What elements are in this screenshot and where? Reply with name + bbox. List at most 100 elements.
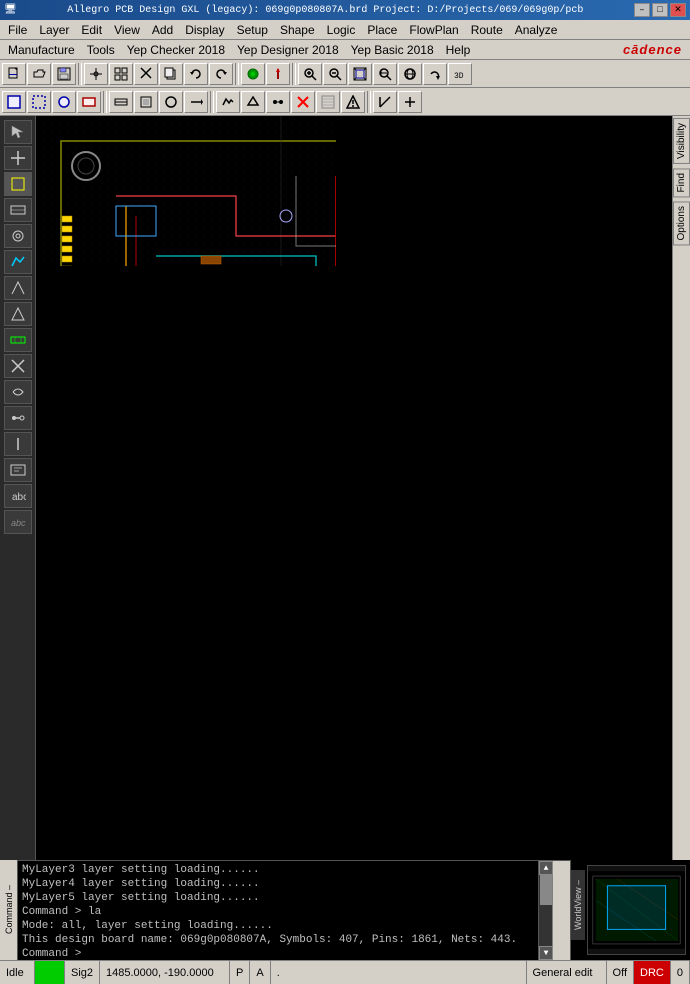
tb2-circle[interactable] <box>159 91 183 113</box>
menu-layer[interactable]: Layer <box>33 22 75 38</box>
menu-route[interactable]: Route <box>465 22 509 38</box>
lt-tool11[interactable] <box>4 380 32 404</box>
status-drc: DRC <box>634 961 671 984</box>
console-line-6: This design board name: 069g0p080807A, S… <box>22 933 534 947</box>
lt-tool14[interactable] <box>4 458 32 482</box>
tb-undo[interactable] <box>184 63 208 85</box>
tb-zoom-in[interactable] <box>298 63 322 85</box>
lt-tool4[interactable] <box>4 198 32 222</box>
tb-zoom-out[interactable] <box>323 63 347 85</box>
menu-bar-1: File Layer Edit View Add Display Setup S… <box>0 20 690 40</box>
lt-tool6[interactable] <box>4 250 32 274</box>
minimize-button[interactable]: – <box>634 3 650 17</box>
menu-add[interactable]: Add <box>146 22 179 38</box>
window-controls[interactable]: – □ ✕ <box>634 3 686 17</box>
menu-display[interactable]: Display <box>179 22 230 38</box>
tb2-v10[interactable] <box>241 91 265 113</box>
scroll-thumb[interactable] <box>540 875 552 905</box>
tb-snap[interactable] <box>84 63 108 85</box>
console-line-1: MyLayer3 layer setting loading...... <box>22 863 534 877</box>
tb2-select1[interactable] <box>2 91 26 113</box>
close-button[interactable]: ✕ <box>670 3 686 17</box>
right-panel: Visibility Find Options <box>672 116 690 860</box>
lt-select[interactable] <box>4 120 32 144</box>
tb-open[interactable] <box>27 63 51 85</box>
lt-tool5[interactable] <box>4 224 32 248</box>
status-p: P <box>230 961 250 984</box>
lt-text1[interactable]: abc <box>4 484 32 508</box>
console-label: Command – <box>0 860 18 960</box>
tb-zoom-fit[interactable] <box>348 63 372 85</box>
tb2-v15[interactable] <box>373 91 397 113</box>
tb-zoom-world[interactable] <box>398 63 422 85</box>
tb-refresh[interactable] <box>423 63 447 85</box>
tb-copy[interactable] <box>159 63 183 85</box>
toolbar-2 <box>0 88 690 116</box>
status-green-indicator <box>35 961 65 984</box>
tb2-v11[interactable] <box>266 91 290 113</box>
menu-help[interactable]: Help <box>440 42 477 58</box>
tab-visibility[interactable]: Visibility <box>673 118 690 164</box>
tb2-select4[interactable] <box>77 91 101 113</box>
tb-grid[interactable] <box>109 63 133 85</box>
tb2-select2[interactable] <box>27 91 51 113</box>
tb2-v6[interactable] <box>134 91 158 113</box>
menu-view[interactable]: View <box>108 22 146 38</box>
menu-file[interactable]: File <box>2 22 33 38</box>
tb2-v12[interactable] <box>291 91 315 113</box>
tb-pin[interactable] <box>266 63 290 85</box>
tb2-sep-2 <box>210 91 214 113</box>
menu-place[interactable]: Place <box>361 22 403 38</box>
menu-tools[interactable]: Tools <box>81 42 121 58</box>
lt-tool8[interactable] <box>4 302 32 326</box>
menu-logic[interactable]: Logic <box>321 22 362 38</box>
lt-tool10[interactable] <box>4 354 32 378</box>
tb-cut[interactable] <box>134 63 158 85</box>
status-coords: 1485.0000, -190.0000 <box>100 961 230 984</box>
lt-tool3[interactable] <box>4 172 32 196</box>
menu-manufacture[interactable]: Manufacture <box>2 42 81 58</box>
tab-options[interactable]: Options <box>673 201 690 245</box>
tb-redo[interactable] <box>209 63 233 85</box>
tab-find[interactable]: Find <box>673 168 690 197</box>
worldview-map <box>587 865 686 955</box>
console-line-2: MyLayer4 layer setting loading...... <box>22 877 534 891</box>
tb2-v13[interactable] <box>316 91 340 113</box>
lt-text2[interactable]: abc <box>4 510 32 534</box>
scroll-down-button[interactable]: ▼ <box>539 946 553 960</box>
status-a: A <box>250 961 270 984</box>
scroll-up-button[interactable]: ▲ <box>539 861 553 875</box>
menu-bar-2: Manufacture Tools Yep Checker 2018 Yep D… <box>0 40 690 60</box>
console-log[interactable]: MyLayer3 layer setting loading...... MyL… <box>18 861 538 960</box>
tb2-select3[interactable] <box>52 91 76 113</box>
lt-tool2[interactable] <box>4 146 32 170</box>
tb2-v5[interactable] <box>109 91 133 113</box>
lt-tool9[interactable] <box>4 328 32 352</box>
lt-tool12[interactable] <box>4 406 32 430</box>
lt-tool13[interactable] <box>4 432 32 456</box>
tb2-v14[interactable] <box>341 91 365 113</box>
menu-analyze[interactable]: Analyze <box>509 22 564 38</box>
menu-yep-designer[interactable]: Yep Designer 2018 <box>231 42 345 58</box>
menu-yep-checker[interactable]: Yep Checker 2018 <box>121 42 231 58</box>
tb2-v9[interactable] <box>216 91 240 113</box>
console-scrollbar[interactable]: ▲ ▼ <box>538 861 552 960</box>
menu-yep-basic[interactable]: Yep Basic 2018 <box>345 42 440 58</box>
maximize-button[interactable]: □ <box>652 3 668 17</box>
menu-flowplan[interactable]: FlowPlan <box>403 22 464 38</box>
tb-zoom-prev[interactable] <box>373 63 397 85</box>
menu-setup[interactable]: Setup <box>231 22 274 38</box>
canvas-and-console: abc abc <box>0 116 690 960</box>
tb-save[interactable] <box>52 63 76 85</box>
tb-ratsnest[interactable] <box>241 63 265 85</box>
svg-text:abc: abc <box>12 492 26 503</box>
pcb-canvas[interactable]: U14 U22 U31 U11 U18 U25 <box>36 116 672 860</box>
menu-shape[interactable]: Shape <box>274 22 321 38</box>
tb2-v16[interactable] <box>398 91 422 113</box>
lt-tool7[interactable] <box>4 276 32 300</box>
tb2-arrow[interactable] <box>184 91 208 113</box>
menu-edit[interactable]: Edit <box>75 22 108 38</box>
tb-3d[interactable]: 3D <box>448 63 472 85</box>
cadence-logo: cādence <box>623 42 682 57</box>
tb-new[interactable] <box>2 63 26 85</box>
